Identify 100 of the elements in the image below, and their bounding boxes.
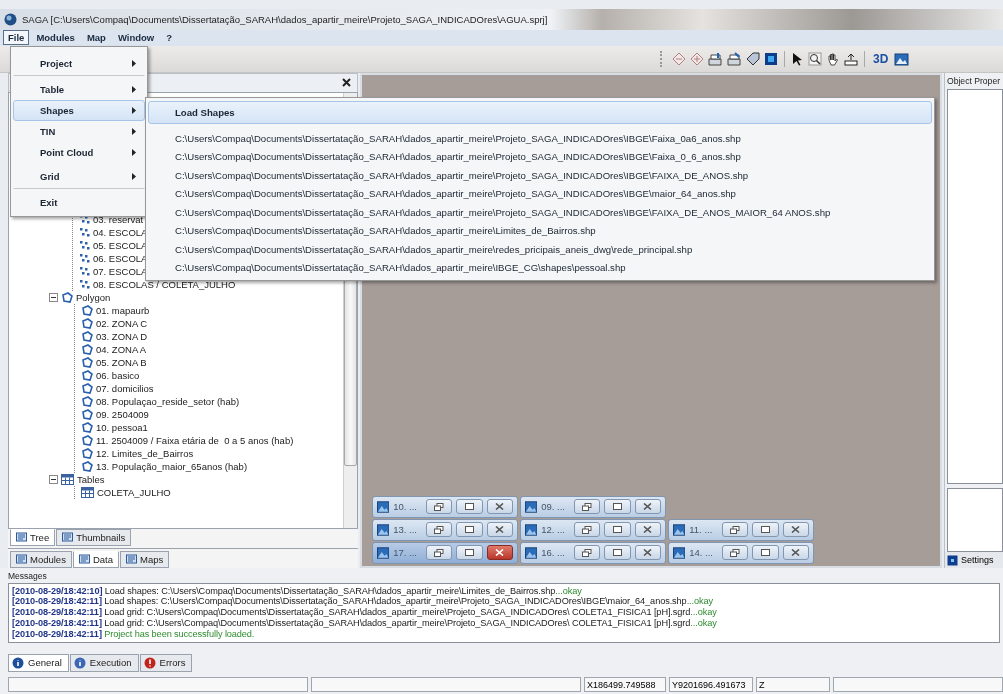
- menu-item[interactable]: Load Shapes: [148, 101, 932, 124]
- tree-item[interactable]: Tables: [77, 473, 105, 485]
- close-button[interactable]: [634, 522, 661, 538]
- tree-item[interactable]: 12. Limites_de_Bairros: [96, 447, 194, 459]
- menu-item[interactable]: Window: [112, 30, 160, 46]
- tree-item[interactable]: 07. domicilios: [96, 382, 154, 394]
- menu-item[interactable]: C:\Users\Compaq\Documents\Dissertatação_SARAH\dados_apartir_meire\Projeto_SAGA_INDICADOres\IBGE\FAIXA_DE_ANOS.shp: [148, 166, 932, 185]
- info-icon: [73, 656, 86, 669]
- menu-item[interactable]: C:\Users\Compaq\Documents\Dissertatação_SARAH\dados_apartir_meire\Projeto_SAGA_INDICADOres\IBGE\Faixa_0a6_anos.shp: [148, 129, 932, 148]
- polygon-layer-icon: [81, 343, 93, 355]
- restore-button[interactable]: [721, 522, 748, 538]
- menu-item[interactable]: Point Cloud: [13, 142, 145, 163]
- menu-item[interactable]: Exit: [13, 192, 145, 213]
- minimized-window[interactable]: 13. ...: [372, 518, 518, 541]
- tree-item[interactable]: 13. População_maior_65anos (hab): [96, 460, 248, 472]
- layer-stack-icon[interactable]: [708, 51, 723, 66]
- tree-item[interactable]: 09. 2504009: [96, 408, 149, 420]
- menu-item[interactable]: C:\Users\Compaq\Documents\Dissertatação_SARAH\dados_apartir_meire\Limites_de_Bairros.shp: [148, 221, 932, 240]
- maximize-button[interactable]: [752, 522, 779, 538]
- panel-tab[interactable]: Modules: [10, 550, 72, 568]
- maximize-icon: [464, 503, 474, 511]
- window-label: 17. ...: [393, 547, 418, 559]
- close-icon[interactable]: [342, 78, 351, 88]
- restore-button[interactable]: [721, 545, 748, 561]
- menu-item[interactable]: TIN: [13, 121, 145, 142]
- tree-item[interactable]: 03. reservat: [93, 213, 144, 225]
- restore-icon: [581, 548, 592, 557]
- map-window-icon: [673, 523, 686, 536]
- diamond-icon[interactable]: [690, 51, 704, 66]
- tree-item[interactable]: 10. pessoa1: [96, 421, 148, 433]
- close-button[interactable]: [486, 545, 513, 561]
- panel-tab[interactable]: Maps: [120, 550, 170, 568]
- square-icon[interactable]: [764, 51, 778, 66]
- minimized-window[interactable]: 16. ...: [520, 541, 666, 564]
- panel-tab[interactable]: Errors: [139, 653, 193, 672]
- panel-tab[interactable]: General: [8, 653, 69, 672]
- menu-item[interactable]: Modules: [31, 30, 80, 46]
- restore-icon: [581, 525, 592, 534]
- minimized-window[interactable]: 09. ...: [520, 495, 666, 518]
- tag-icon[interactable]: [746, 51, 760, 66]
- minimized-window[interactable]: 14. ...: [668, 541, 814, 564]
- maximize-button[interactable]: [752, 545, 779, 561]
- collapse-icon[interactable]: [49, 474, 58, 484]
- menu-item[interactable]: C:\Users\Compaq\Documents\Dissertatação_SARAH\dados_apartir_meire\IBGE_CG\shapes\pessoal.shp: [148, 258, 932, 277]
- menu-item[interactable]: Map: [81, 30, 111, 46]
- menu-item[interactable]: Table: [13, 79, 145, 100]
- tab-icon: [62, 532, 74, 543]
- maximize-button[interactable]: [456, 522, 483, 538]
- tree-item[interactable]: 08. ESCOLAS / COLETA_JULHO: [93, 278, 236, 290]
- panel-tab[interactable]: Execution: [69, 653, 139, 672]
- restore-icon: [729, 548, 740, 557]
- minimized-window[interactable]: 10. ...: [372, 495, 518, 518]
- tree-item[interactable]: 02. ZONA C: [96, 317, 148, 329]
- maximize-button[interactable]: [604, 545, 631, 561]
- restore-button[interactable]: [425, 499, 452, 515]
- menu-item[interactable]: Shapes: [13, 100, 145, 121]
- menu-item[interactable]: C:\Users\Compaq\Documents\Dissertatação_SARAH\dados_apartir_meire\Projeto_SAGA_INDICADOres\IBGE\FAIXA_DE_ANOS_MAIOR_64 ANOS.shp: [148, 203, 932, 222]
- diamond-icon[interactable]: [672, 51, 686, 66]
- tree-item[interactable]: 04. ZONA A: [96, 343, 147, 355]
- tree-item[interactable]: COLETA_JULHO: [97, 486, 171, 498]
- zoom-icon[interactable]: [808, 51, 822, 66]
- minimized-window[interactable]: 11. ...: [668, 518, 814, 541]
- menu-item[interactable]: C:\Users\Compaq\Documents\Dissertatação_SARAH\dados_apartir_meire\Projeto_SAGA_INDICADOres\IBGE\Faixa_0_6_anos.shp: [148, 147, 932, 166]
- menu-item[interactable]: ?: [161, 30, 178, 46]
- maximize-button[interactable]: [604, 522, 631, 538]
- tree-item[interactable]: 11. 2504009 / Faixa etária de 0 a 5 anos (hab): [96, 434, 294, 446]
- maximize-button[interactable]: [604, 499, 631, 515]
- pointer-icon[interactable]: [791, 51, 804, 66]
- close-button[interactable]: [782, 522, 809, 538]
- menu-item[interactable]: Project: [13, 50, 145, 76]
- restore-button[interactable]: [425, 545, 452, 561]
- restore-button[interactable]: [573, 545, 600, 561]
- close-button[interactable]: [634, 499, 661, 515]
- panel-tab[interactable]: Data: [72, 550, 119, 568]
- menu-item[interactable]: C:\Users\Compaq\Documents\Dissertatação_SARAH\dados_apartir_meire\Projeto_SAGA_INDICADOres\IBGE\maior_64_anos.shp: [148, 184, 932, 203]
- tree-item[interactable]: Polygon: [76, 291, 111, 303]
- tree-item[interactable]: 01. mapaurb: [96, 304, 150, 316]
- maximize-button[interactable]: [456, 545, 483, 561]
- minimized-window[interactable]: 17. ...: [372, 541, 518, 564]
- layer-stack-icon[interactable]: [727, 51, 742, 66]
- tree-item[interactable]: 06. basico: [96, 369, 140, 381]
- close-button[interactable]: [634, 545, 661, 561]
- close-button[interactable]: [782, 545, 809, 561]
- tree-item[interactable]: 08. Populaçao_reside_setor (hab): [96, 395, 240, 407]
- restore-button[interactable]: [573, 522, 600, 538]
- minimized-window[interactable]: 12. ...: [520, 518, 666, 541]
- maximize-button[interactable]: [456, 499, 483, 515]
- scale-icon[interactable]: [844, 51, 858, 66]
- collapse-icon[interactable]: [49, 292, 58, 302]
- close-button[interactable]: [486, 499, 513, 515]
- map-window-icon[interactable]: [894, 51, 910, 66]
- menu-item[interactable]: File: [3, 30, 30, 46]
- menu-item[interactable]: C:\Users\Compaq\Documents\Dissertatação_SARAH\dados_apartir_meire\redes_pricipais_aneis_dwg\rede_principal.shp: [148, 240, 932, 259]
- tree-item[interactable]: 03. ZONA D: [96, 330, 148, 342]
- 3d-view-button[interactable]: 3D: [871, 51, 891, 66]
- tree-item[interactable]: 05. ZONA B: [96, 356, 147, 368]
- hand-icon[interactable]: [826, 51, 840, 66]
- close-button[interactable]: [486, 522, 513, 538]
- restore-button[interactable]: [573, 499, 600, 515]
- restore-button[interactable]: [425, 522, 452, 538]
